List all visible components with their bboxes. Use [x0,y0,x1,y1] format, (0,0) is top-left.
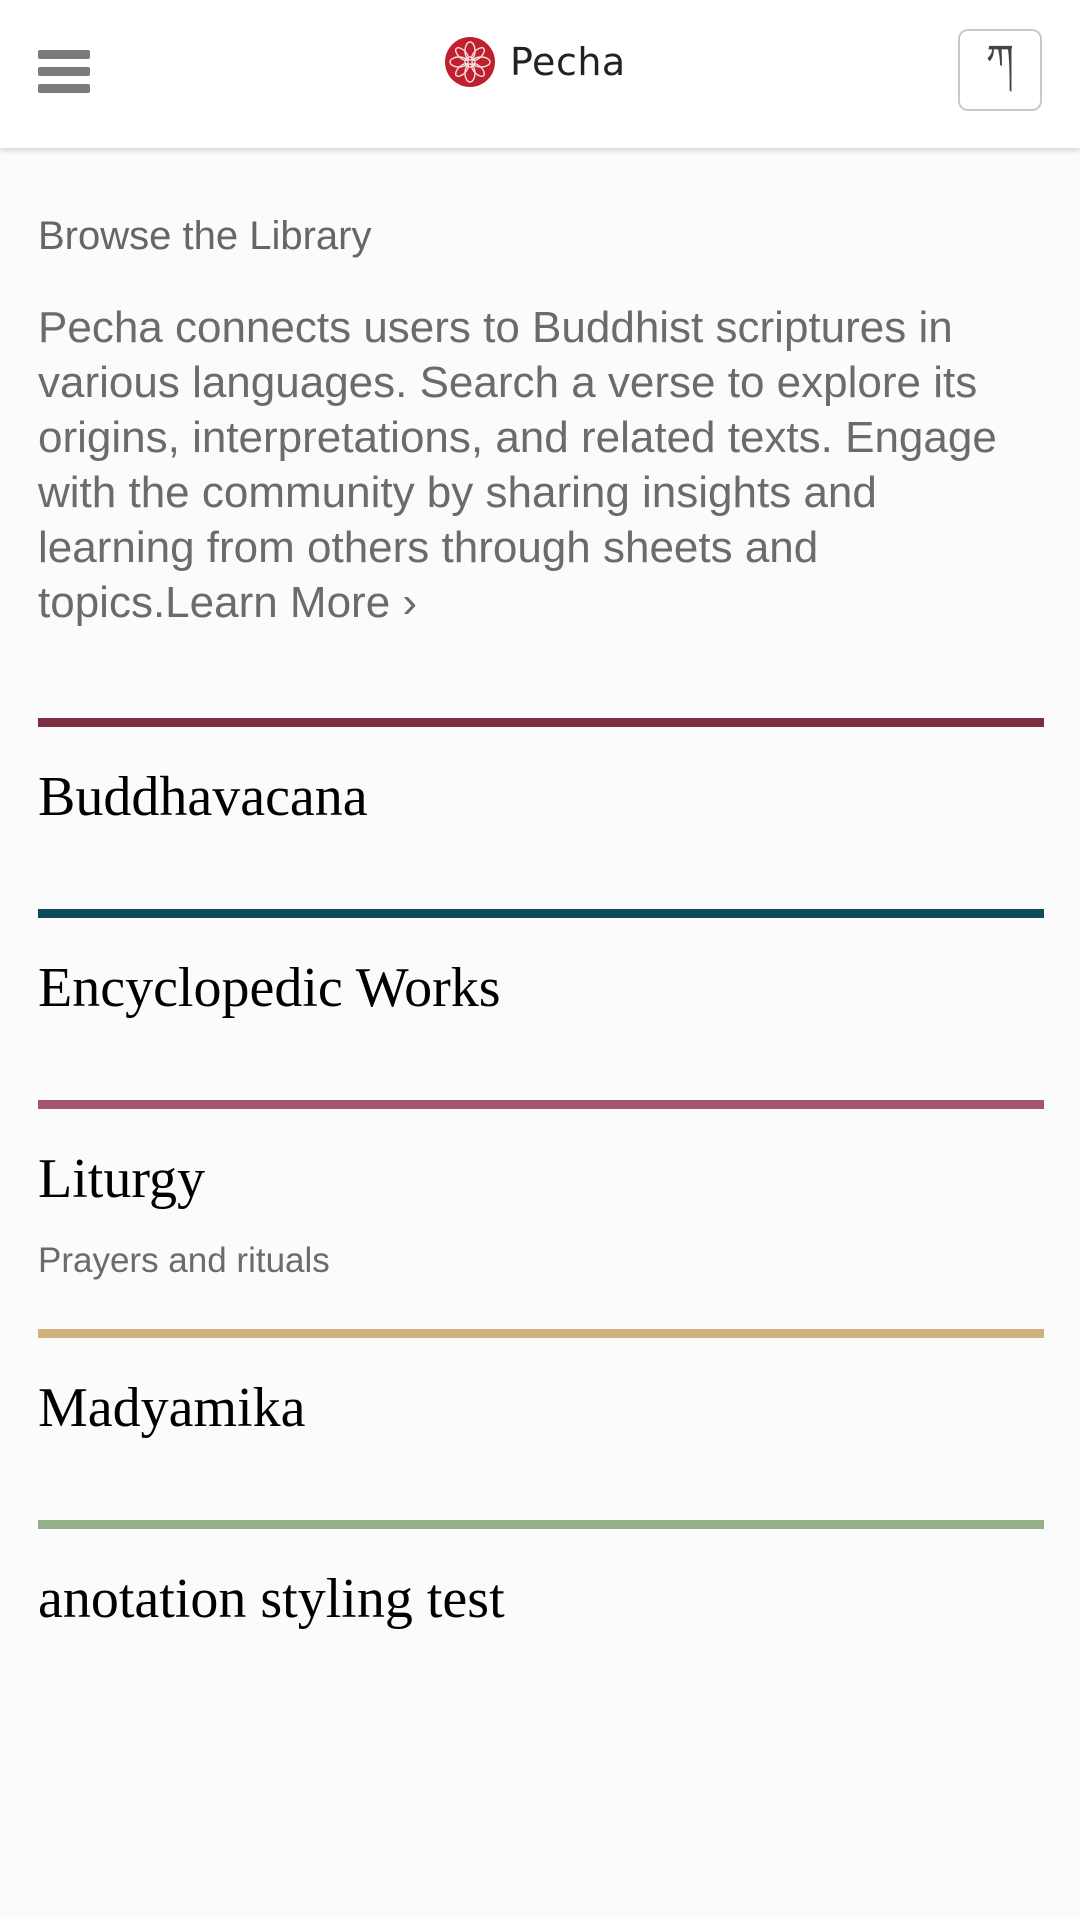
category-anotation-styling-test[interactable]: anotation styling test [38,1520,1044,1711]
library-description: Pecha connects users to Buddhist scriptu… [38,300,1044,630]
category-title: Liturgy [38,1148,205,1210]
pecha-logo-icon [445,37,495,87]
language-toggle-button[interactable]: ཀ [958,29,1042,111]
category-liturgy[interactable]: Liturgy Prayers and rituals [38,1100,1044,1329]
learn-more-link[interactable]: Learn More › [165,578,417,627]
category-encyclopedic-works[interactable]: Encyclopedic Works [38,909,1044,1100]
category-title: anotation styling test [38,1568,505,1630]
library-content: Browse the Library Pecha connects users … [38,148,1044,1711]
category-title: Madyamika [38,1377,306,1439]
category-list: Buddhavacana Encyclopedic Works Liturgy … [38,718,1044,1711]
app-name: Pecha [510,40,626,84]
app-header: Pecha ཀ [0,0,1080,148]
hamburger-menu-icon[interactable] [36,48,92,96]
logo[interactable]: Pecha [444,34,626,90]
category-title: Buddhavacana [38,766,368,828]
category-subtitle: Prayers and rituals [38,1241,330,1280]
category-madyamika[interactable]: Madyamika [38,1329,1044,1520]
category-buddhavacana[interactable]: Buddhavacana [38,718,1044,909]
category-title: Encyclopedic Works [38,957,501,1019]
section-title: Browse the Library [38,214,372,258]
